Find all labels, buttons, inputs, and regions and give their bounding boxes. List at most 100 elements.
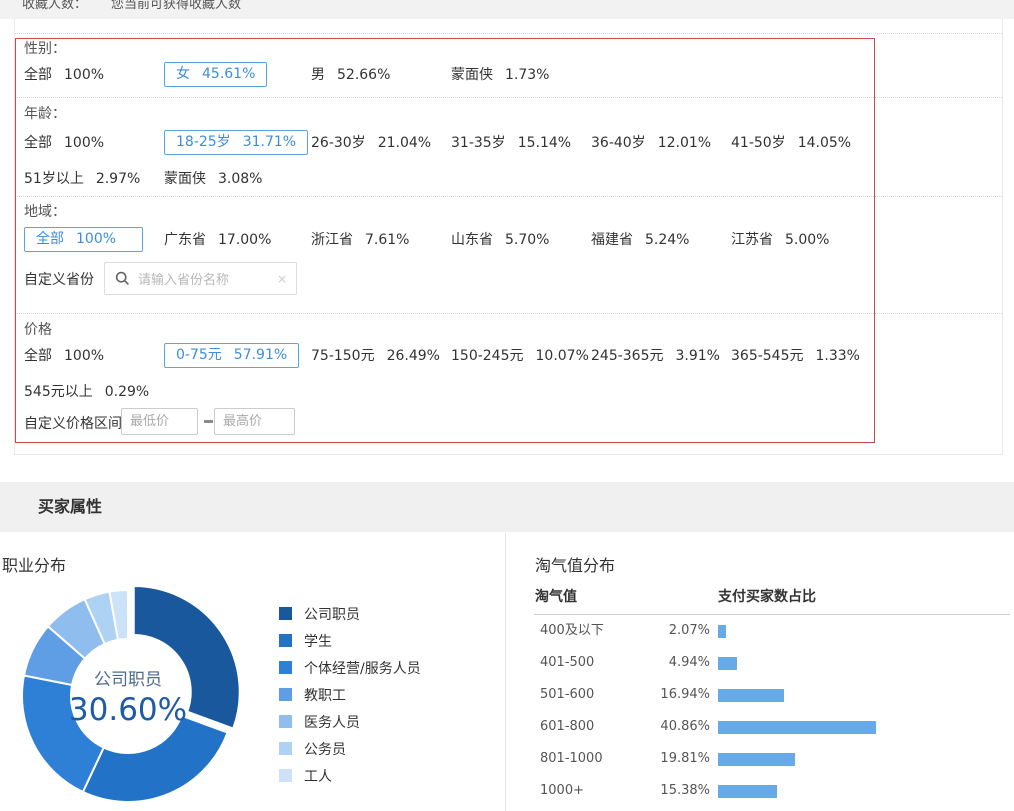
filter-option[interactable]: 31-35岁 15.14% — [451, 130, 571, 156]
legend-item[interactable]: 学生 — [279, 627, 421, 654]
filter-option-value: 100% — [76, 231, 116, 247]
filter-options-row: 全部100% 18-25岁 31.71% 26-30岁 21.04% 31-35岁 15.1… — [24, 130, 994, 156]
min-price-input[interactable]: 最低价 — [121, 408, 198, 435]
taoqi-ratio-column-header: 支付买家数占比 — [718, 586, 816, 606]
taoqi-table-row: 601-80040.86% — [534, 711, 1010, 743]
taoqi-bar — [718, 657, 737, 670]
custom-province-row: 自定义省份请输入省份名称× — [24, 262, 994, 295]
filter-option-value: 7.61% — [365, 232, 409, 248]
filter-option[interactable]: 福建省5.24% — [591, 227, 689, 253]
donut-slice-3[interactable] — [22, 675, 104, 791]
filter-option-selected[interactable]: 全部100% — [24, 227, 143, 252]
filter-option-value: 12.01% — [658, 135, 711, 151]
filter-option[interactable]: 150-245元10.07% — [451, 343, 589, 369]
taoqi-bar — [718, 785, 777, 798]
custom-price-range-label: 自定义价格区间 — [24, 413, 122, 433]
filter-option-selected[interactable]: 18-25岁 31.71% — [164, 130, 308, 155]
filter-option-name: 365-545元 — [731, 348, 804, 364]
filter-option-value: 2.97% — [96, 171, 140, 187]
legend-item[interactable]: 医务人员 — [279, 708, 421, 735]
filter-section-label: 地域： — [24, 203, 66, 221]
legend-item[interactable]: 教职工 — [279, 681, 421, 708]
filter-option-value: 5.00% — [785, 232, 829, 248]
filter-option-value: 21.04% — [378, 135, 431, 151]
filter-option[interactable]: 75-150元26.49% — [311, 343, 440, 369]
filter-option-value: 31.71% — [243, 134, 296, 150]
filter-option-value: 52.66% — [337, 67, 390, 83]
filter-option[interactable]: 蒙面侠 1.73% — [451, 62, 549, 88]
filter-option-value: 100% — [64, 67, 104, 83]
filter-option[interactable]: 全部100% — [24, 130, 104, 156]
occupation-chart-title: 职业分布 — [2, 552, 66, 576]
taoqi-bar — [718, 721, 876, 734]
filter-option[interactable]: 全部100% — [24, 62, 104, 88]
filter-option-name: 18-25岁 — [176, 134, 231, 150]
filter-options-row: 51岁以上2.97% 蒙面侠3.08% — [24, 166, 994, 192]
filter-option-selected[interactable]: 女 45.61% — [164, 62, 267, 87]
filter-option[interactable]: 51岁以上2.97% — [24, 166, 140, 192]
filter-option[interactable]: 浙江省7.61% — [311, 227, 409, 253]
section-separator — [15, 196, 1002, 197]
buyer-attributes-title: 买家属性 — [38, 482, 102, 532]
province-search-placeholder: 请输入省份名称 — [138, 269, 277, 288]
filter-option[interactable]: 245-365元3.91% — [591, 343, 720, 369]
donut-slice-2[interactable] — [83, 716, 228, 802]
taoqi-percent-value: 2.07% — [614, 615, 710, 647]
max-price-input[interactable]: 最高价 — [214, 408, 295, 435]
province-search-input[interactable]: 请输入省份名称× — [104, 262, 297, 295]
filter-option-name: 蒙面侠 — [164, 171, 206, 187]
clipped-top-text-right: 您当前可获得收藏人数 — [111, 0, 241, 12]
legend-item[interactable]: 工人 — [279, 762, 421, 789]
clipped-top-text-left: 收藏人数： — [22, 0, 87, 12]
filter-option-name: 江苏省 — [731, 232, 773, 248]
filter-options-row: 545元以上 0.29% — [24, 379, 994, 405]
clear-icon[interactable]: × — [277, 272, 287, 286]
taoqi-table-row: 400及以下2.07% — [534, 615, 1010, 647]
filter-option[interactable]: 365-545元1.33% — [731, 343, 860, 369]
filter-option-name: 41-50岁 — [731, 135, 786, 151]
filter-option[interactable]: 江苏省 5.00% — [731, 227, 829, 253]
taoqi-chart-title: 淘气值分布 — [535, 552, 615, 576]
custom-province-label: 自定义省份 — [24, 269, 94, 289]
filter-option[interactable]: 545元以上 0.29% — [24, 379, 149, 405]
filter-option-value: 5.24% — [645, 232, 689, 248]
filter-option-name: 26-30岁 — [311, 135, 366, 151]
taoqi-range-label: 401-500 — [540, 647, 594, 679]
filter-option-value: 26.49% — [387, 348, 440, 364]
filter-option-value: 45.61% — [202, 66, 255, 82]
page: 收藏人数： 您当前可获得收藏人数 性别： 全部100% 女 45.61% 男52.66% 蒙… — [0, 0, 1014, 811]
filter-option-value: 0.29% — [105, 384, 149, 400]
search-icon — [115, 271, 130, 286]
filter-options-row: 全部100% 广东省17.00% 浙江省7.61% 山东省5.70% 福建省5.24% 江… — [24, 227, 994, 253]
legend-item[interactable]: 个体经营/服务人员 — [279, 654, 421, 681]
filter-option-name: 女 — [176, 66, 190, 82]
filter-option-value: 100% — [64, 348, 104, 364]
taoqi-range-label: 601-800 — [540, 711, 594, 743]
filter-option-name: 545元以上 — [24, 384, 93, 400]
filter-option-value: 14.05% — [798, 135, 851, 151]
filter-option-name: 蒙面侠 — [451, 67, 493, 83]
legend-label: 医务人员 — [304, 712, 360, 732]
filter-option[interactable]: 蒙面侠3.08% — [164, 166, 262, 192]
legend-label: 教职工 — [304, 685, 346, 705]
filter-option[interactable]: 26-30岁 21.04% — [311, 130, 431, 156]
filter-option[interactable]: 山东省5.70% — [451, 227, 549, 253]
occupation-legend: 公司职员学生个体经营/服务人员教职工医务人员公务员工人 — [279, 600, 421, 789]
legend-label: 工人 — [304, 766, 332, 786]
legend-item[interactable]: 公务员 — [279, 735, 421, 762]
filter-option[interactable]: 广东省17.00% — [164, 227, 271, 253]
filter-section-label: 性别： — [24, 40, 66, 58]
filter-option[interactable]: 41-50岁 14.05% — [731, 130, 851, 156]
buyer-attributes-header: 买家属性 — [0, 482, 1014, 532]
filter-option[interactable]: 全部100% — [24, 343, 104, 369]
filter-option[interactable]: 36-40岁12.01% — [591, 130, 711, 156]
filter-option-selected[interactable]: 0-75元57.91% — [164, 343, 299, 368]
filter-option-value: 1.73% — [505, 67, 549, 83]
legend-item[interactable]: 公司职员 — [279, 600, 421, 627]
section-separator — [15, 313, 1002, 314]
filter-option[interactable]: 男52.66% — [311, 62, 390, 88]
filter-option-value: 57.91% — [234, 347, 287, 363]
donut-slice-1[interactable] — [134, 586, 240, 729]
filter-option-name: 31-35岁 — [451, 135, 506, 151]
filter-option-value: 15.14% — [518, 135, 571, 151]
